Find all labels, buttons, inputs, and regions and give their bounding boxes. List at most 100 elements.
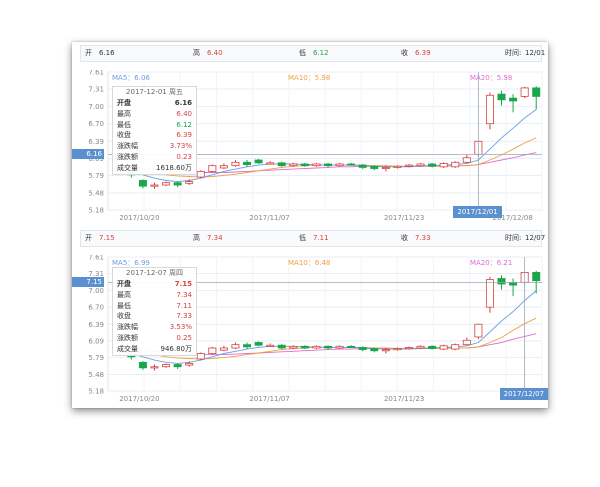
tooltip-row: 收盘 7.33 [113,311,196,322]
candle[interactable] [277,344,286,350]
ma10-legend-label: MA10：5.98 [288,74,331,82]
tooltip-label: 涨跌额 [117,333,138,342]
y-tick-label: 7.00 [88,103,104,111]
tooltip-row: 涨跌幅 3.53% [113,322,196,333]
close-value: 6.39 [415,49,431,57]
candle[interactable] [520,86,529,99]
high-value: 6.40 [207,49,223,57]
tooltip-label: 涨跌幅 [117,323,138,332]
x-tick-label: 2017/11/23 [384,395,424,403]
candle[interactable] [485,92,494,130]
tooltip-row: 开盘 6.16 [113,98,196,109]
ohlc-info-bar-1: 开 6.16 高 6.40 低 6.12 收 6.39 时间: 12/01 [80,45,546,62]
ma5-legend-label: MA5：6.06 [112,74,150,82]
tooltip-label: 最高 [117,109,131,118]
tooltip-label: 涨跌额 [117,152,138,161]
tooltip-date: 2017-12-07 周四 [126,269,183,277]
tooltip-row: 成交量 946.80万 [113,344,196,355]
tooltip-row: 最高 6.40 [113,109,196,120]
candle[interactable] [474,323,483,340]
time-value: 12/07 [525,234,546,242]
tooltip-value: 0.25 [176,333,192,342]
tooltip-label: 开盘 [117,99,131,107]
open-value: 7.15 [99,234,115,242]
open-value: 6.16 [99,49,115,57]
candle[interactable] [196,352,205,361]
candlestick-chart-2[interactable]: 7.61 7.31 7.00 6.70 6.39 6.09 5.79 5.48 5.18 2017… [72,255,548,408]
tooltip-value: 6.40 [176,109,192,118]
crosshair-date-flag: 2017/12/07 [499,388,548,400]
tooltip-value: 6.39 [176,131,192,140]
tooltip-label: 开盘 [117,280,131,288]
candle[interactable] [277,161,286,167]
data-tooltip: 2017-12-07 周四 开盘 7.15 最高 7.34 最低 7.11 收盘 7.33 涨跌幅… [112,267,197,356]
time-label: 时间: [505,49,522,57]
tooltip-row: 收盘 6.39 [113,130,196,141]
tooltip-value: 7.33 [176,312,192,321]
tooltip-value: 6.12 [176,120,192,129]
close-label: 收 [401,49,408,57]
kline-widget: 开 6.16 高 6.40 低 6.12 收 6.39 时间: 12/01 7.… [72,42,548,408]
tooltip-value: 7.34 [176,290,192,299]
tooltip-label: 涨跌幅 [117,142,138,151]
y-tick-label: 5.79 [88,172,104,180]
low-value: 7.11 [313,234,329,242]
y-tick-label: 5.48 [88,371,104,379]
tooltip-row: 涨跌额 0.25 [113,333,196,344]
tooltip-value: 3.53% [169,323,192,332]
tooltip-row: 涨跌额 0.23 [113,152,196,163]
crosshair-date-flag: 2017/12/01 [453,206,502,218]
tooltip-value: 6.16 [174,99,192,107]
candle[interactable] [451,161,460,168]
tooltip-value: 7.15 [174,280,192,288]
x-tick-label: 2017/10/20 [119,395,159,403]
ohlc-info-bar-2: 开 7.15 高 7.34 低 7.11 收 7.33 时间: 12/07 [80,230,546,247]
x-tick-label: 2017/11/07 [249,214,289,222]
candle[interactable] [208,164,217,173]
ma10-legend-label: MA10：6.48 [288,259,331,267]
candle[interactable] [439,162,448,168]
tooltip-label: 成交量 [117,163,138,172]
open-label: 开 [85,49,92,57]
high-label: 高 [193,49,200,57]
ma20-legend-label: MA20：5.98 [470,74,513,82]
tooltip-row: 最高 7.34 [113,290,196,301]
tooltip-row: 成交量 1618.60万 [113,163,196,174]
candle[interactable] [208,346,217,355]
ma20-legend-label: MA20：6.21 [470,259,513,267]
candle[interactable] [254,341,263,347]
candle[interactable] [196,170,205,179]
y-tick-label: 7.00 [88,287,104,295]
y-tick-label: 6.09 [88,337,104,345]
y-tick-label: 7.61 [88,70,104,77]
close-label: 收 [401,234,408,242]
x-tick-label: 2017/10/20 [119,214,159,222]
open-label: 开 [85,234,92,242]
kline-panel-1: 开 6.16 高 6.40 低 6.12 收 6.39 时间: 12/01 7.… [72,42,548,230]
y-tick-label: 6.39 [88,138,104,146]
candlestick-chart-1[interactable]: 7.617.317.006.706.396.095.795.485.182017… [72,70,548,230]
x-tick-label: 2017/11/23 [384,214,424,222]
x-tick-label: 2017/11/07 [249,395,289,403]
y-tick-label: 6.39 [88,321,104,329]
tooltip-label: 收盘 [117,131,131,140]
candle[interactable] [439,344,448,351]
candle[interactable] [451,343,460,351]
crosshair-price-flag: 6.16 [72,149,104,160]
tooltip-value: 7.11 [176,301,192,310]
y-tick-label: 6.70 [88,304,104,312]
kline-panel-2: 开 7.15 高 7.34 低 7.11 收 7.33 时间: 12/07 7.… [72,230,548,408]
y-tick-label: 5.48 [88,189,104,197]
y-tick-label: 5.18 [88,388,104,396]
candle[interactable] [254,158,263,164]
y-tick-label: 7.31 [88,86,104,94]
time-value: 12/01 [525,49,546,57]
tooltip-row: 最低 7.11 [113,301,196,312]
y-tick-label: 7.61 [88,255,104,262]
tooltip-label: 收盘 [117,312,131,321]
close-value: 7.33 [415,234,431,242]
crosshair-price-flag: 7.15 [72,277,104,288]
y-tick-label: 5.18 [88,207,104,215]
low-label: 低 [299,234,306,242]
time-label: 时间: [505,234,522,242]
